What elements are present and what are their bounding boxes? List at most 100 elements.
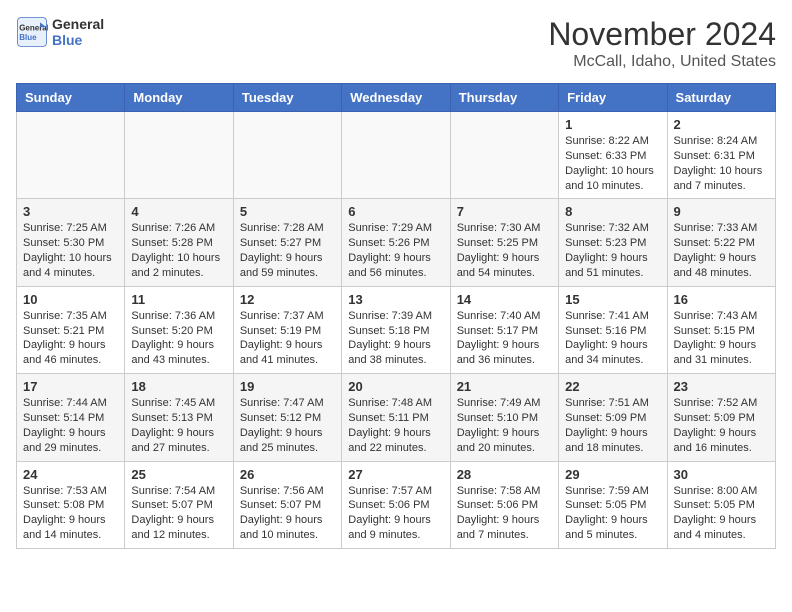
calendar-cell: 27Sunrise: 7:57 AMSunset: 5:06 PMDayligh… (342, 461, 450, 548)
week-row-2: 3Sunrise: 7:25 AMSunset: 5:30 PMDaylight… (17, 199, 776, 286)
day-number: 15 (565, 292, 660, 307)
day-info-line: Sunset: 5:27 PM (240, 236, 335, 251)
calendar-cell: 21Sunrise: 7:49 AMSunset: 5:10 PMDayligh… (450, 374, 558, 461)
day-info-line: Sunrise: 7:53 AM (23, 484, 118, 499)
day-info-line: Sunrise: 7:41 AM (565, 309, 660, 324)
calendar-cell: 15Sunrise: 7:41 AMSunset: 5:16 PMDayligh… (559, 286, 667, 373)
day-info-line: Daylight: 9 hours and 7 minutes. (457, 513, 552, 543)
day-number: 16 (674, 292, 769, 307)
day-info-line: Sunrise: 7:37 AM (240, 309, 335, 324)
day-number: 22 (565, 379, 660, 394)
day-info-line: Daylight: 9 hours and 56 minutes. (348, 251, 443, 281)
day-number: 11 (131, 292, 226, 307)
day-info-line: Sunrise: 7:28 AM (240, 221, 335, 236)
day-info-line: Daylight: 9 hours and 22 minutes. (348, 426, 443, 456)
day-info-line: Sunset: 5:21 PM (23, 324, 118, 339)
day-info-line: Sunrise: 8:00 AM (674, 484, 769, 499)
calendar-cell: 20Sunrise: 7:48 AMSunset: 5:11 PMDayligh… (342, 374, 450, 461)
week-row-1: 1Sunrise: 8:22 AMSunset: 6:33 PMDaylight… (17, 112, 776, 199)
day-info-line: Daylight: 9 hours and 59 minutes. (240, 251, 335, 281)
day-number: 2 (674, 117, 769, 132)
day-info-line: Sunset: 5:09 PM (565, 411, 660, 426)
week-row-4: 17Sunrise: 7:44 AMSunset: 5:14 PMDayligh… (17, 374, 776, 461)
day-info-line: Sunset: 6:33 PM (565, 149, 660, 164)
day-number: 26 (240, 467, 335, 482)
day-info-line: Sunrise: 7:35 AM (23, 309, 118, 324)
calendar-cell: 26Sunrise: 7:56 AMSunset: 5:07 PMDayligh… (233, 461, 341, 548)
calendar-cell (125, 112, 233, 199)
day-number: 7 (457, 204, 552, 219)
day-info-line: Sunset: 5:25 PM (457, 236, 552, 251)
month-title: November 2024 (548, 16, 776, 53)
calendar-cell: 25Sunrise: 7:54 AMSunset: 5:07 PMDayligh… (125, 461, 233, 548)
day-info-line: Daylight: 9 hours and 25 minutes. (240, 426, 335, 456)
logo-general: General (52, 16, 104, 32)
day-info-line: Daylight: 9 hours and 54 minutes. (457, 251, 552, 281)
calendar-cell: 13Sunrise: 7:39 AMSunset: 5:18 PMDayligh… (342, 286, 450, 373)
day-number: 6 (348, 204, 443, 219)
day-info-line: Sunset: 5:05 PM (565, 498, 660, 513)
day-info-line: Sunset: 5:09 PM (674, 411, 769, 426)
day-info-line: Sunrise: 7:56 AM (240, 484, 335, 499)
calendar-cell: 17Sunrise: 7:44 AMSunset: 5:14 PMDayligh… (17, 374, 125, 461)
day-info-line: Sunset: 5:22 PM (674, 236, 769, 251)
day-header-sunday: Sunday (17, 84, 125, 112)
day-info-line: Daylight: 9 hours and 31 minutes. (674, 338, 769, 368)
day-number: 14 (457, 292, 552, 307)
day-number: 18 (131, 379, 226, 394)
logo-icon: General Blue (16, 16, 48, 48)
day-info-line: Sunset: 5:12 PM (240, 411, 335, 426)
day-info-line: Sunset: 5:13 PM (131, 411, 226, 426)
day-header-monday: Monday (125, 84, 233, 112)
day-info-line: Sunset: 5:06 PM (348, 498, 443, 513)
day-info-line: Daylight: 10 hours and 2 minutes. (131, 251, 226, 281)
day-info-line: Sunrise: 7:25 AM (23, 221, 118, 236)
day-info-line: Sunset: 5:16 PM (565, 324, 660, 339)
svg-text:Blue: Blue (19, 33, 37, 42)
day-info-line: Sunset: 5:20 PM (131, 324, 226, 339)
day-info-line: Sunset: 6:31 PM (674, 149, 769, 164)
day-info-line: Daylight: 10 hours and 10 minutes. (565, 164, 660, 194)
day-info-line: Sunrise: 7:58 AM (457, 484, 552, 499)
day-info-line: Sunrise: 7:32 AM (565, 221, 660, 236)
day-info-line: Sunrise: 7:44 AM (23, 396, 118, 411)
svg-text:General: General (19, 23, 48, 32)
calendar-cell: 3Sunrise: 7:25 AMSunset: 5:30 PMDaylight… (17, 199, 125, 286)
calendar-cell: 6Sunrise: 7:29 AMSunset: 5:26 PMDaylight… (342, 199, 450, 286)
day-info-line: Daylight: 9 hours and 43 minutes. (131, 338, 226, 368)
calendar-cell: 8Sunrise: 7:32 AMSunset: 5:23 PMDaylight… (559, 199, 667, 286)
day-info-line: Sunset: 5:06 PM (457, 498, 552, 513)
day-info-line: Sunset: 5:05 PM (674, 498, 769, 513)
day-number: 8 (565, 204, 660, 219)
day-info-line: Sunset: 5:28 PM (131, 236, 226, 251)
calendar-cell (450, 112, 558, 199)
calendar-cell: 1Sunrise: 8:22 AMSunset: 6:33 PMDaylight… (559, 112, 667, 199)
calendar-cell: 14Sunrise: 7:40 AMSunset: 5:17 PMDayligh… (450, 286, 558, 373)
day-info-line: Daylight: 10 hours and 4 minutes. (23, 251, 118, 281)
day-number: 12 (240, 292, 335, 307)
day-info-line: Daylight: 9 hours and 14 minutes. (23, 513, 118, 543)
day-info-line: Sunset: 5:07 PM (240, 498, 335, 513)
calendar-cell: 10Sunrise: 7:35 AMSunset: 5:21 PMDayligh… (17, 286, 125, 373)
calendar-cell: 30Sunrise: 8:00 AMSunset: 5:05 PMDayligh… (667, 461, 775, 548)
day-info-line: Sunrise: 7:57 AM (348, 484, 443, 499)
day-info-line: Sunrise: 7:52 AM (674, 396, 769, 411)
day-number: 19 (240, 379, 335, 394)
day-info-line: Daylight: 9 hours and 27 minutes. (131, 426, 226, 456)
day-info-line: Sunset: 5:19 PM (240, 324, 335, 339)
day-info-line: Daylight: 9 hours and 29 minutes. (23, 426, 118, 456)
day-info-line: Sunrise: 8:24 AM (674, 134, 769, 149)
calendar-table: SundayMondayTuesdayWednesdayThursdayFrid… (16, 83, 776, 549)
day-info-line: Sunset: 5:14 PM (23, 411, 118, 426)
title-area: November 2024 McCall, Idaho, United Stat… (548, 16, 776, 71)
day-number: 5 (240, 204, 335, 219)
day-info-line: Sunrise: 7:39 AM (348, 309, 443, 324)
day-info-line: Sunset: 5:26 PM (348, 236, 443, 251)
day-info-line: Sunset: 5:17 PM (457, 324, 552, 339)
calendar-header-row: SundayMondayTuesdayWednesdayThursdayFrid… (17, 84, 776, 112)
day-info-line: Daylight: 9 hours and 38 minutes. (348, 338, 443, 368)
day-info-line: Sunset: 5:15 PM (674, 324, 769, 339)
day-info-line: Sunrise: 8:22 AM (565, 134, 660, 149)
calendar-cell: 24Sunrise: 7:53 AMSunset: 5:08 PMDayligh… (17, 461, 125, 548)
calendar-body: 1Sunrise: 8:22 AMSunset: 6:33 PMDaylight… (17, 112, 776, 549)
